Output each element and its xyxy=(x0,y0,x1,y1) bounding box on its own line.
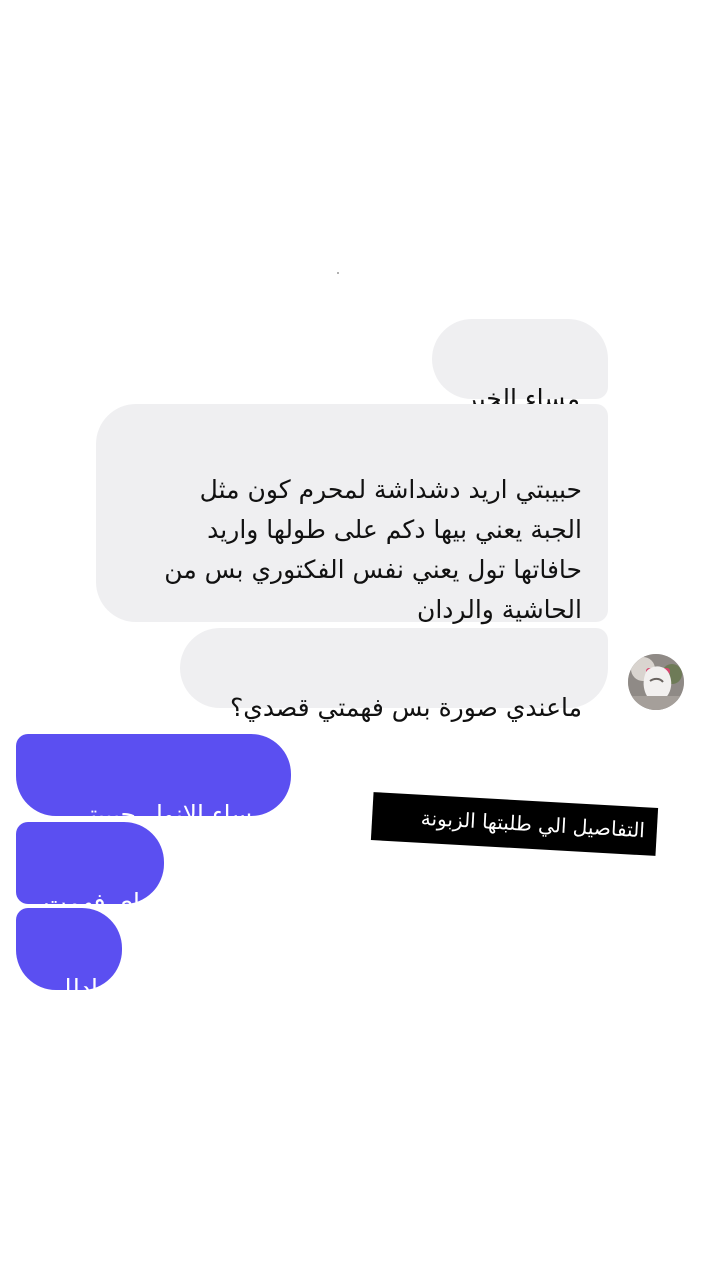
incoming-message-text: ماعندي صورة بس فهمتي قصدي؟ xyxy=(230,693,582,722)
decorative-dot xyxy=(337,272,339,274)
story-caption-text: التفاصيل الي طلبتها الزبونة xyxy=(420,805,646,843)
outgoing-message-bubble[interactable]: مساء الانوار حبيبتي xyxy=(16,734,291,829)
story-caption-label: التفاصيل الي طلبتها الزبونة xyxy=(370,792,659,856)
outgoing-message-bubble[interactable]: ادللي xyxy=(16,908,122,1003)
outgoing-message-text: ادللي xyxy=(43,974,98,1003)
avatar-image-icon xyxy=(628,654,684,710)
incoming-message-bubble[interactable]: مساء الخير xyxy=(432,319,608,413)
outgoing-message-bubble[interactable]: اي فهمت xyxy=(16,822,164,917)
incoming-message-bubble[interactable]: ماعندي صورة بس فهمتي قصدي؟ xyxy=(180,628,608,722)
incoming-message-bubble[interactable]: حبيبتي اريد دشداشة لمحرم كون مثل الجبة ي… xyxy=(96,404,608,624)
contact-avatar[interactable] xyxy=(628,654,684,710)
incoming-message-text: حبيبتي اريد دشداشة لمحرم كون مثل الجبة ي… xyxy=(164,475,582,624)
